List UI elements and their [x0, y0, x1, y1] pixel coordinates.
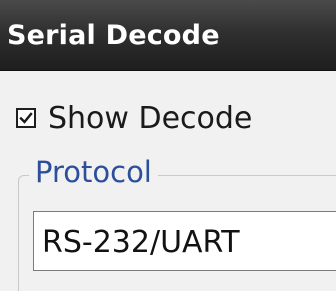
protocol-selected-value: RS-232/UART [42, 225, 240, 260]
serial-decode-panel: Serial Decode Show Decode Protocol RS-23… [0, 0, 336, 291]
show-decode-checkbox[interactable] [16, 108, 36, 128]
check-mark-icon [19, 112, 33, 124]
protocol-select[interactable]: RS-232/UART [33, 211, 336, 271]
show-decode-checkbox-row[interactable]: Show Decode [16, 98, 252, 138]
show-decode-label: Show Decode [48, 100, 253, 136]
panel-title: Serial Decode [7, 20, 220, 51]
protocol-group-legend: Protocol [29, 155, 158, 189]
title-bar: Serial Decode [0, 0, 336, 71]
